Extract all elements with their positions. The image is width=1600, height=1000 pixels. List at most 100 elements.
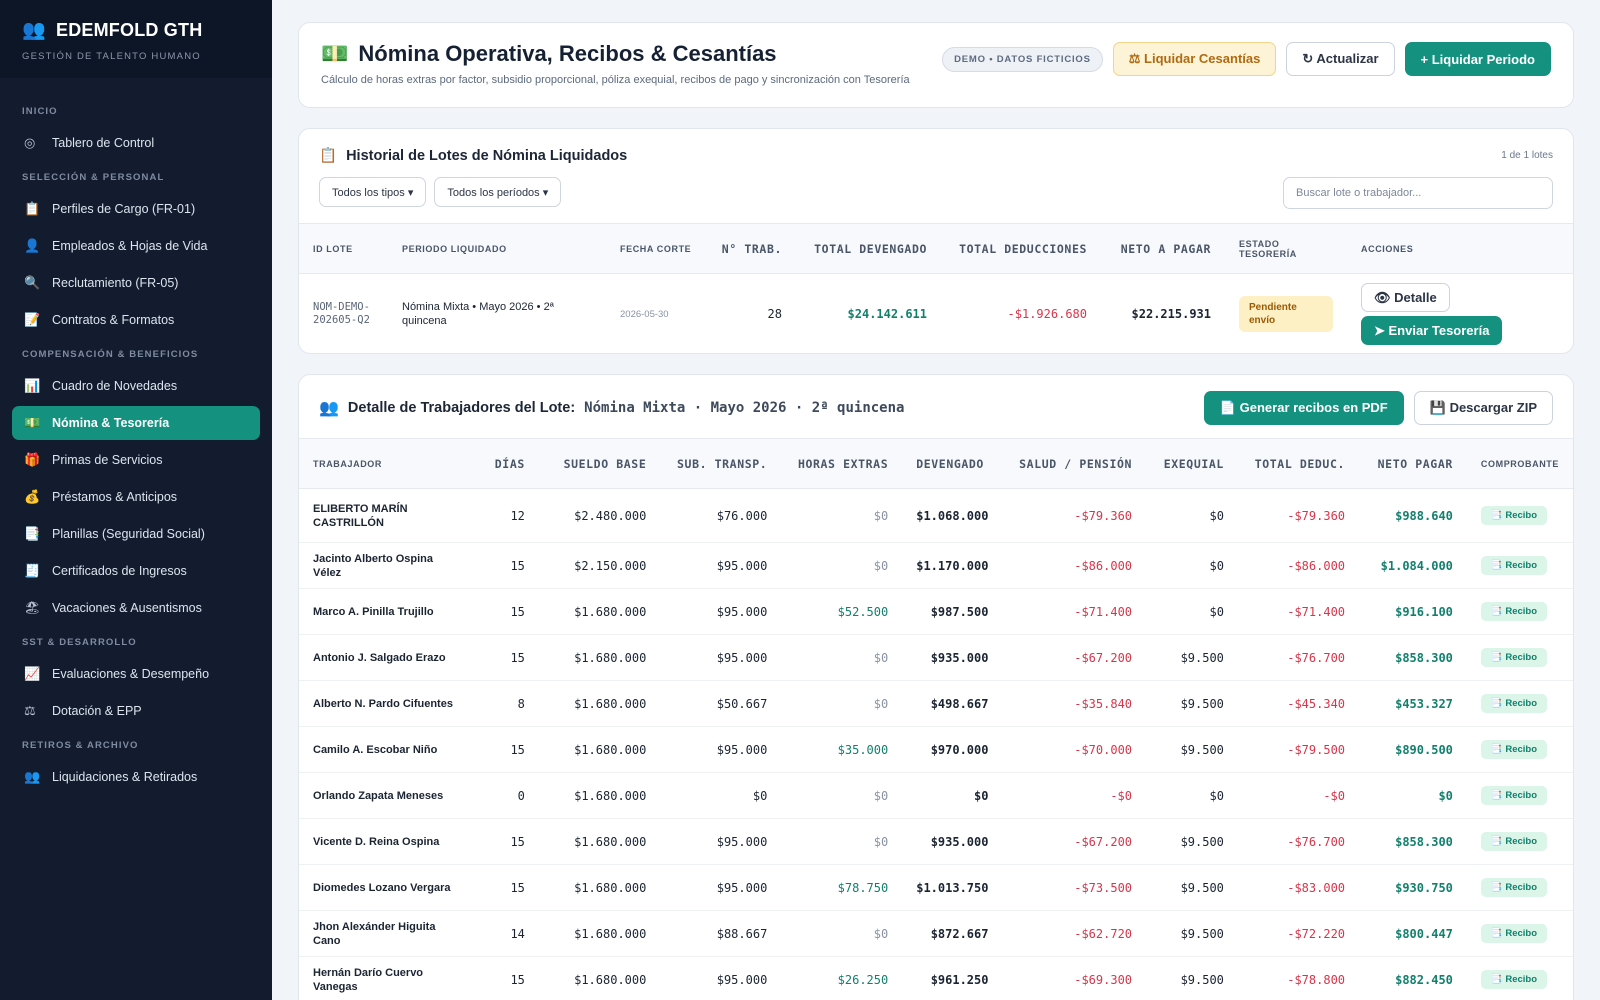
recibo-button[interactable]: 📑 Recibo — [1480, 556, 1548, 575]
sidebar-item[interactable]: 📈 Evaluaciones & Desempeño — [12, 657, 260, 691]
sidebar-item[interactable]: 🔍 Reclutamiento (FR-05) — [12, 266, 260, 300]
col-exequial: EXEQUIAL — [1146, 438, 1238, 489]
sidebar-item-label: Vacaciones & Ausentismos — [52, 601, 202, 615]
sidebar-item[interactable]: 👤 Empleados & Hojas de Vida — [12, 229, 260, 263]
liquidar-periodo-button[interactable]: + Liquidar Periodo — [1404, 42, 1551, 76]
col-total-deduc: TOTAL DEDUC. — [1237, 438, 1360, 489]
lote-count: 1 de 1 lotes — [1501, 150, 1553, 161]
page-header: 💵 Nómina Operativa, Recibos & Cesantías … — [298, 22, 1574, 108]
worker-devengado: $987.500 — [902, 588, 1003, 635]
table-row: Vicente D. Reina Ospina 15 $1.680.000 $95.0… — [299, 818, 1573, 865]
worker-horas-extras: $0 — [781, 634, 903, 681]
worker-name: Alberto N. Pardo Cifuentes — [299, 680, 476, 727]
filter-periodos-select[interactable]: Todos los períodos ▾ — [434, 177, 562, 207]
worker-neto: $988.640 — [1359, 488, 1467, 543]
sidebar-item[interactable]: 🧾 Certificados de Ingresos — [12, 554, 260, 588]
lote-trabajadores: 28 — [767, 307, 782, 322]
brand: 👥 EDEMFOLD GTH GESTIÓN DE TALENTO HUMANO — [0, 0, 272, 78]
worker-name: Vicente D. Reina Ospina — [299, 818, 476, 865]
recibo-button[interactable]: 📑 Recibo — [1480, 740, 1548, 759]
worker-horas-extras: $78.750 — [781, 864, 903, 911]
worker-sub-transp: $95.000 — [660, 956, 782, 1000]
enviar-tesoreria-button[interactable]: ➤ Enviar Tesorería — [1361, 316, 1503, 346]
liquidar-cesantias-button[interactable]: ⚖ Liquidar Cesantías — [1112, 42, 1277, 76]
recibo-button[interactable]: 📑 Recibo — [1480, 694, 1548, 713]
worker-salud: -$62.720 — [1002, 910, 1147, 957]
worker-sub-transp: $95.000 — [660, 818, 782, 865]
sidebar-item[interactable]: 👥 Liquidaciones & Retirados — [12, 760, 260, 794]
worker-dias: 14 — [475, 910, 539, 957]
sidebar-item-label: Evaluaciones & Desempeño — [52, 667, 210, 681]
col-fecha: FECHA CORTE — [606, 223, 706, 274]
col-comprobante: COMPROBANTE — [1466, 438, 1573, 489]
nav-icon: ⚖ — [24, 703, 36, 718]
col-deducciones: TOTAL DEDUCCIONES — [941, 223, 1101, 274]
worker-horas-extras: $0 — [781, 818, 903, 865]
descargar-zip-button[interactable]: 💾 Descargar ZIP — [1413, 391, 1553, 425]
money-icon: 💵 — [321, 41, 349, 66]
worker-total-deduc: -$83.000 — [1237, 864, 1360, 911]
filter-tipos-select[interactable]: Todos los tipos ▾ — [319, 177, 427, 207]
sidebar-item-label: Liquidaciones & Retirados — [52, 770, 198, 784]
sidebar-item[interactable]: 🏖 Vacaciones & Ausentismos — [12, 591, 260, 625]
lote-neto: $22.215.931 — [1131, 307, 1211, 322]
sidebar-item[interactable]: 💰 Préstamos & Anticipos — [12, 480, 260, 514]
recibo-button[interactable]: 📑 Recibo — [1480, 602, 1548, 621]
recibo-button[interactable]: 📑 Recibo — [1480, 648, 1548, 667]
recibo-button[interactable]: 📑 Recibo — [1480, 832, 1548, 851]
recibo-button[interactable]: 📑 Recibo — [1480, 970, 1548, 989]
nav-icon: 🎁 — [24, 452, 41, 467]
recibo-button[interactable]: 📑 Recibo — [1480, 878, 1548, 897]
worker-name: Jacinto Alberto Ospina Vélez — [299, 542, 476, 589]
worker-name: ELIBERTO MARÍN CASTRILLÓN — [299, 488, 476, 543]
worker-dias: 15 — [475, 864, 539, 911]
sidebar-item[interactable]: ◎ Tablero de Control — [12, 126, 260, 160]
worker-sueldo: $1.680.000 — [538, 910, 661, 957]
worker-total-deduc: -$72.220 — [1237, 910, 1360, 957]
worker-dias: 15 — [475, 634, 539, 681]
detail-period: Nómina Mixta · Mayo 2026 · 2ª quincena — [584, 400, 905, 416]
worker-exequial: $0 — [1146, 772, 1238, 819]
comprobante-cell: 📑 Recibo — [1466, 864, 1573, 911]
worker-dias: 15 — [475, 588, 539, 635]
table-row: Jacinto Alberto Ospina Vélez 15 $2.150.000… — [299, 542, 1573, 589]
col-horas-extras: HORAS EXTRAS — [781, 438, 903, 489]
worker-sueldo: $1.680.000 — [538, 956, 661, 1000]
worker-neto: $916.100 — [1359, 588, 1467, 635]
sidebar-nav: INICIO ◎ Tablero de Control SELECCIÓN & PER… — [0, 78, 272, 794]
table-row: Jhon Alexánder Higuita Cano 14 $1.680.000 $… — [299, 910, 1573, 957]
recibo-button[interactable]: 📑 Recibo — [1480, 924, 1548, 943]
worker-horas-extras: $0 — [781, 488, 903, 543]
worker-sueldo: $1.680.000 — [538, 634, 661, 681]
sidebar-item[interactable]: 📋 Perfiles de Cargo (FR-01) — [12, 192, 260, 226]
workers-table: TRABAJADOR DÍAS SUELDO BASE SUB. TRANSP.… — [299, 438, 1573, 1000]
sidebar-item[interactable]: 💵 Nómina & Tesorería — [12, 406, 260, 440]
worker-devengado: $498.667 — [902, 680, 1003, 727]
nav-icon: 🧾 — [24, 563, 41, 578]
worker-dias: 0 — [475, 772, 539, 819]
refresh-button[interactable]: ↻ Actualizar — [1286, 42, 1395, 76]
table-row: Antonio J. Salgado Erazo 15 $1.680.000 $95.… — [299, 634, 1573, 681]
detalle-button[interactable]: 👁 Detalle — [1361, 283, 1450, 313]
sidebar-item[interactable]: ⚖ Dotación & EPP — [12, 694, 260, 728]
table-row: Alberto N. Pardo Cifuentes 8 $1.680.000 $50… — [299, 680, 1573, 727]
recibo-button[interactable]: 📑 Recibo — [1480, 786, 1548, 805]
recibo-button[interactable]: 📑 Recibo — [1480, 506, 1548, 525]
comprobante-cell: 📑 Recibo — [1466, 956, 1573, 1000]
sidebar-item[interactable]: 📊 Cuadro de Novedades — [12, 369, 260, 403]
sidebar-item-label: Tablero de Control — [52, 136, 155, 150]
worker-salud: -$67.200 — [1002, 818, 1147, 865]
brand-name: EDEMFOLD GTH — [56, 19, 203, 40]
lote-periodo: Nómina Mixta • Mayo 2026 • 2ª quincena — [402, 301, 554, 328]
sidebar-item[interactable]: 📑 Planillas (Seguridad Social) — [12, 517, 260, 551]
worker-dias: 8 — [475, 680, 539, 727]
generar-pdf-button[interactable]: 📄 Generar recibos en PDF — [1203, 391, 1404, 425]
worker-exequial: $9.500 — [1146, 726, 1238, 773]
search-input[interactable] — [1283, 177, 1553, 209]
sidebar-item[interactable]: 📝 Contratos & Formatos — [12, 303, 260, 337]
lote-detail-card: 👥 Detalle de Trabajadores del Lote: Nómi… — [298, 374, 1574, 1000]
sidebar-item-label: Nómina & Tesorería — [52, 416, 170, 430]
lotes-title: Historial de Lotes de Nómina Liquidados — [346, 147, 628, 164]
worker-horas-extras: $52.500 — [781, 588, 903, 635]
sidebar-item[interactable]: 🎁 Primas de Servicios — [12, 443, 260, 477]
